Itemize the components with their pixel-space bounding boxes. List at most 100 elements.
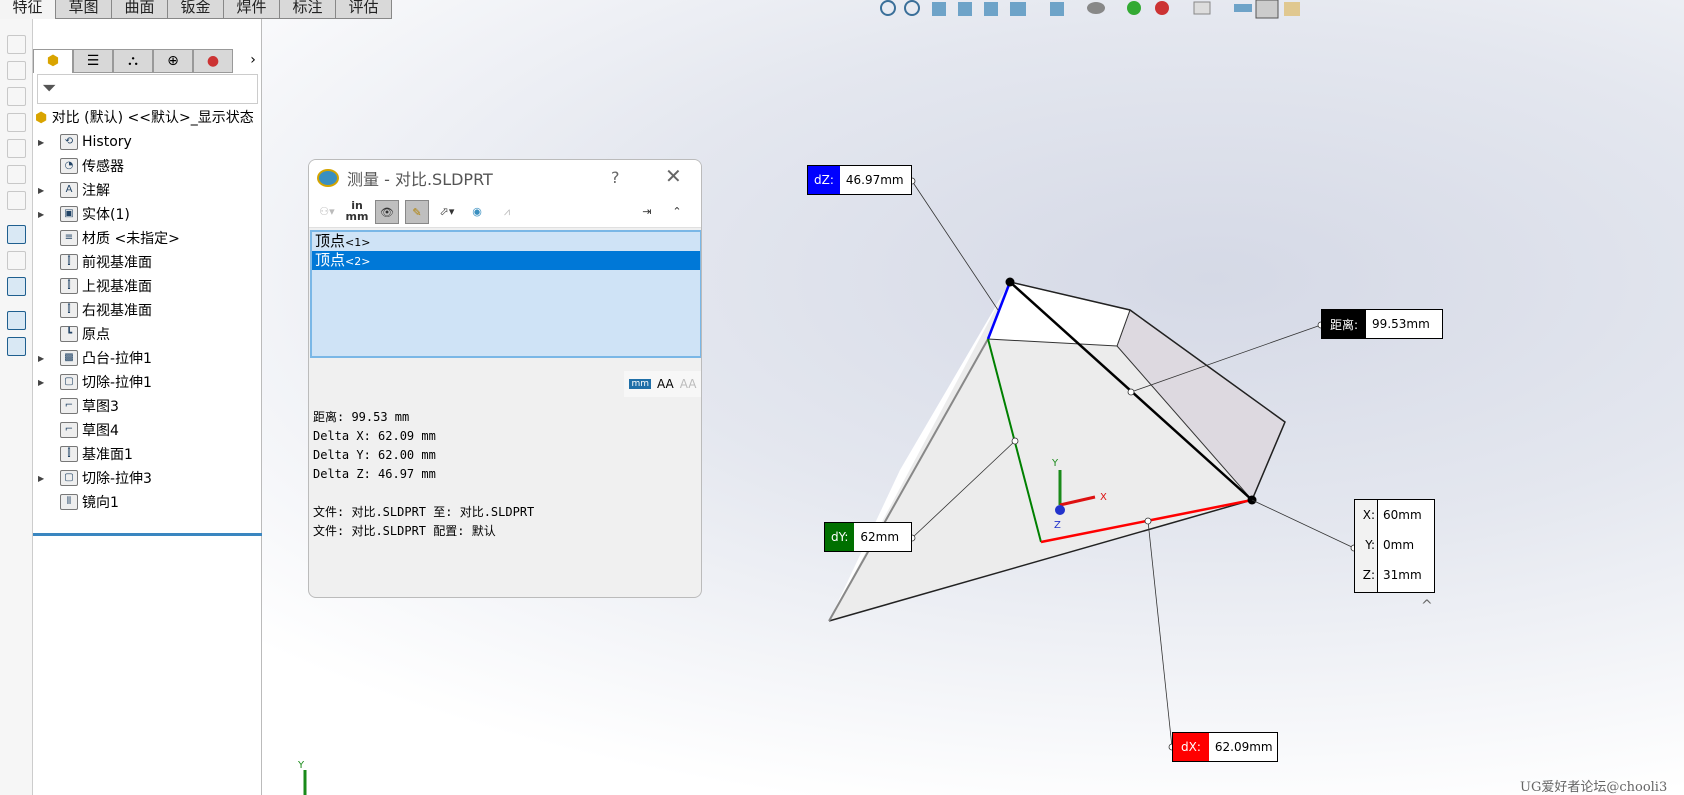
increase-font-icon[interactable]: AA <box>657 377 674 391</box>
configuration-manager-tab[interactable]: ⛬ <box>113 49 153 73</box>
sketch-select-icon[interactable] <box>7 225 26 244</box>
tree-item-label: 材质 <未指定> <box>82 231 180 247</box>
tree-item[interactable]: ⫴ 镜向1 <box>33 491 119 513</box>
display-manager-tab[interactable]: ● <box>193 49 233 73</box>
heads-up-toolbar[interactable] <box>880 0 1300 19</box>
view-cube-icon[interactable] <box>7 35 26 54</box>
tab-evaluate[interactable]: 评估 <box>336 0 392 19</box>
expand-arrow-icon[interactable]: ▶ <box>38 354 48 363</box>
callout-xyz[interactable]: X: 60mm Y: 0mm Z: 31mm <box>1354 499 1435 593</box>
tree-item[interactable]: ⫿ 右视基准面 <box>33 299 152 321</box>
close-button[interactable]: ✕ <box>665 164 682 188</box>
mirror-icon: ⫴ <box>60 494 78 510</box>
view-triad-y-label: Y <box>297 760 305 771</box>
sensor-folder-icon: ◔ <box>60 158 78 174</box>
paste-icon[interactable] <box>7 337 26 356</box>
feature-manager-tab[interactable]: ⬢ <box>33 49 73 73</box>
display-icon[interactable] <box>7 277 26 296</box>
callout-dz[interactable]: dZ: 46.97mm <box>807 165 912 195</box>
units-precision-button[interactable]: in mm <box>345 200 369 224</box>
boss-extrude-icon: ▩ <box>60 350 78 366</box>
tree-item-label: 基准面1 <box>82 447 133 463</box>
tree-item[interactable]: ▶ ▩ 凸台-拉伸1 <box>33 347 152 369</box>
tab-sheet-metal[interactable]: 钣金 <box>168 0 224 19</box>
pin-icon[interactable]: ⇥ <box>635 200 659 224</box>
selection-item-selected[interactable]: 顶点<2> <box>312 251 700 270</box>
tree-item[interactable]: ◔ 传感器 <box>33 155 124 177</box>
sketch-icon: ⌐ <box>60 422 78 438</box>
triad-y-label: Y <box>1051 458 1059 469</box>
view-cube-icon[interactable] <box>7 139 26 158</box>
tree-item-label: 镜向1 <box>82 495 119 511</box>
collapse-callout-icon[interactable]: ^ <box>1421 598 1433 614</box>
tab-features[interactable]: 特征 <box>0 0 56 19</box>
history-folder-icon: ⟲ <box>60 134 78 150</box>
tree-item[interactable]: ▶ ⟲ History <box>33 131 132 153</box>
tree-item[interactable]: ≡ 材质 <未指定> <box>33 227 180 249</box>
view-cube-icon[interactable] <box>7 191 26 210</box>
sensor-icon[interactable]: ⩘ <box>495 200 519 224</box>
measure-history-icon[interactable]: ◉ <box>465 200 489 224</box>
dialog-title-bar[interactable]: 测量 - 对比.SLDPRT ? ✕ <box>309 160 701 196</box>
rollback-bar[interactable] <box>33 533 262 536</box>
result-delta-x: Delta X: 62.09 mm <box>313 429 436 443</box>
tab-sketch[interactable]: 草图 <box>56 0 112 19</box>
dialog-toolbar: ⚇▾ in mm 👁 ✎ ⬀▾ ◉ ⩘ ⇥ ⌃ <box>309 196 701 228</box>
tree-item-label: 草图4 <box>82 423 119 439</box>
tree-item[interactable]: ⫿ 上视基准面 <box>33 275 152 297</box>
property-manager-tab[interactable]: ☰ <box>73 49 113 73</box>
selection-list[interactable]: 顶点<1> 顶点<2> <box>310 230 701 358</box>
callout-dy[interactable]: dY: 62mm <box>824 522 912 552</box>
tree-item[interactable]: ⫿ 基准面1 <box>33 443 133 465</box>
tree-item[interactable]: ⫿ 前视基准面 <box>33 251 152 273</box>
tab-markup[interactable]: 标注 <box>280 0 336 19</box>
result-distance: 距离: 99.53 mm <box>313 410 410 424</box>
tree-item[interactable]: ┗ 原点 <box>33 323 110 345</box>
selection-item[interactable]: 顶点<1> <box>312 232 700 251</box>
tree-item-label: 切除-拉伸1 <box>82 375 152 391</box>
show-xyz-icon[interactable]: 👁 <box>375 199 399 224</box>
expand-arrow-icon[interactable]: ▶ <box>38 138 48 147</box>
left-tool-strip <box>0 19 33 795</box>
expand-arrow-icon[interactable]: ▶ <box>38 378 48 387</box>
tree-item[interactable]: ⌐ 草图4 <box>33 419 119 441</box>
part-icon: ⬢ <box>35 110 48 126</box>
tree-root[interactable]: ⬢ 对比 (默认) <<默认>_显示状态 <box>35 107 254 127</box>
tree-item-label: History <box>82 134 132 150</box>
plane-icon: ⫿ <box>60 446 78 462</box>
dimxpert-tab[interactable]: ⊕ <box>153 49 193 73</box>
help-button[interactable]: ? <box>611 168 620 187</box>
copy-icon[interactable] <box>7 311 26 330</box>
triad-x-label: X <box>1100 492 1107 503</box>
tree-root-label: 对比 (默认) <<默认>_显示状态 <box>51 110 254 126</box>
view-cube-icon[interactable] <box>7 113 26 132</box>
collapse-icon[interactable]: ⌃ <box>665 200 689 224</box>
view-cube-icon[interactable] <box>7 61 26 80</box>
point-to-point-icon[interactable]: ✎ <box>405 199 429 224</box>
callout-distance[interactable]: 距离: 99.53mm <box>1321 309 1443 339</box>
expand-arrow-icon[interactable]: ▶ <box>38 210 48 219</box>
units-icon[interactable]: mm <box>629 379 651 389</box>
projection-icon[interactable]: ⬀▾ <box>435 200 459 224</box>
tab-weldments[interactable]: 焊件 <box>224 0 280 19</box>
expand-arrow-icon[interactable]: ▶ <box>38 474 48 483</box>
origin-icon: ┗ <box>60 326 78 342</box>
tree-item[interactable]: ▶ A 注解 <box>33 179 110 201</box>
tree-item[interactable]: ⌐ 草图3 <box>33 395 119 417</box>
filter-icon: ⏷ <box>42 78 57 99</box>
result-file-config: 文件: 对比.SLDPRT 配置: 默认 <box>313 524 496 538</box>
callout-dx[interactable]: dX: 62.09mm <box>1172 732 1278 762</box>
decrease-font-icon[interactable]: AA <box>680 377 697 391</box>
tools-icon[interactable] <box>7 251 26 270</box>
more-tabs-button[interactable]: › <box>233 49 273 73</box>
view-cube-icon[interactable] <box>7 165 26 184</box>
arc-circle-options-icon[interactable]: ⚇▾ <box>315 200 339 224</box>
tree-item[interactable]: ▶ ▢ 切除-拉伸3 <box>33 467 152 489</box>
tree-item[interactable]: ▶ ▢ 切除-拉伸1 <box>33 371 152 393</box>
part-model <box>828 277 1286 622</box>
tree-item[interactable]: ▶ ▣ 实体(1) <box>33 203 130 225</box>
tab-surfaces[interactable]: 曲面 <box>112 0 168 19</box>
view-cube-icon[interactable] <box>7 87 26 106</box>
expand-arrow-icon[interactable]: ▶ <box>38 186 48 195</box>
filter-input[interactable]: ⏷ <box>37 74 258 104</box>
